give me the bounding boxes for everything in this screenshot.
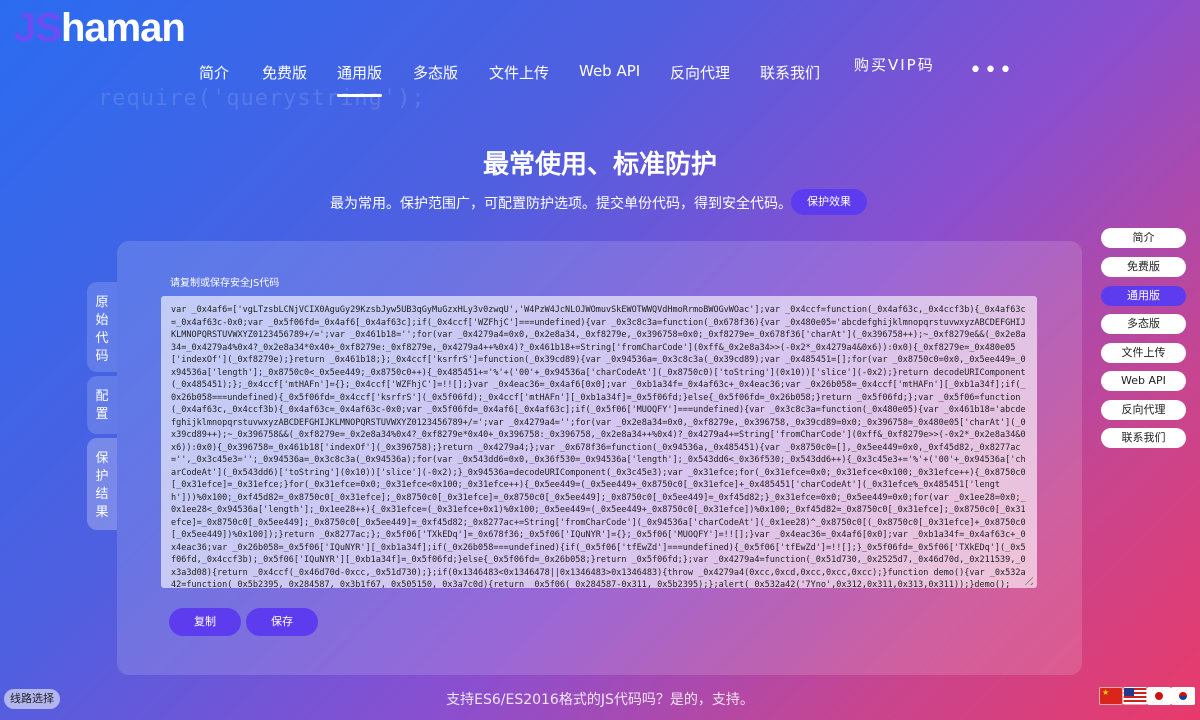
result-label: 请复制或保存安全JS代码 <box>170 278 280 289</box>
nav-item-file-upload[interactable]: 文件上传 <box>489 62 549 83</box>
tab-protect-result-label: 保护结果 <box>95 451 109 520</box>
right-menu-item-polymorphic[interactable]: 多态版 <box>1101 314 1186 334</box>
copy-button[interactable]: 复制 <box>169 608 241 636</box>
nav-item-buy-vip[interactable]: 购买VIP码 <box>854 54 935 75</box>
right-menu-item-intro[interactable]: 简介 <box>1101 228 1186 248</box>
nav-item-contact[interactable]: 联系我们 <box>760 62 820 83</box>
tab-protect-result[interactable]: 保护结果 <box>87 438 117 530</box>
tab-original-code-label: 原始代码 <box>95 295 109 364</box>
flag-us-icon[interactable] <box>1123 687 1147 705</box>
flag-cn-icon[interactable] <box>1099 687 1123 705</box>
more-icon[interactable]: ••• <box>969 58 1014 83</box>
footer-note: 支持ES6/ES2016格式的JS代码吗？是的，支持。 <box>446 692 754 708</box>
tab-original-code[interactable]: 原始代码 <box>87 282 117 372</box>
flag-kr-icon[interactable] <box>1171 687 1195 705</box>
protected-code-textarea[interactable]: var _0x4af6=['vgLTzsbLCNjVCIX0AguGy29Kzs… <box>161 296 1037 588</box>
flag-jp-icon[interactable] <box>1147 687 1171 705</box>
right-menu-item-free[interactable]: 免费版 <box>1101 257 1186 277</box>
right-menu-item-general[interactable]: 通用版 <box>1101 286 1186 306</box>
nav-item-web-api[interactable]: Web API <box>579 62 640 80</box>
nav-item-general[interactable]: 通用版 <box>337 62 383 97</box>
protect-effect-button[interactable]: 保护效果 <box>791 189 867 215</box>
tab-config[interactable]: 配置 <box>87 376 117 434</box>
logo-prefix: JS <box>14 6 62 50</box>
logo[interactable]: JShaman <box>14 6 186 51</box>
page-subtitle: 最为常用。保护范围广，可配置防护选项。提交单份代码，得到安全代码。 <box>330 196 792 212</box>
nav-item-intro[interactable]: 简介 <box>199 62 229 83</box>
background-code-text: require('querystring'); <box>98 86 426 111</box>
nav-item-reverse-proxy[interactable]: 反向代理 <box>670 62 730 83</box>
logo-rest: haman <box>60 6 186 50</box>
save-button[interactable]: 保存 <box>246 608 318 636</box>
tab-config-label: 配置 <box>95 389 109 422</box>
right-menu-item-reverse-proxy[interactable]: 反向代理 <box>1101 400 1186 420</box>
nav-item-free[interactable]: 免费版 <box>262 62 307 83</box>
route-select-button[interactable]: 线路选择 <box>4 689 60 709</box>
right-menu-item-file-upload[interactable]: 文件上传 <box>1101 343 1186 363</box>
right-menu-item-web-api[interactable]: Web API <box>1101 371 1186 391</box>
page-title: 最常使用、标准防护 <box>482 150 717 180</box>
right-menu-item-contact[interactable]: 联系我们 <box>1101 428 1186 448</box>
nav-item-polymorphic[interactable]: 多态版 <box>413 62 458 83</box>
